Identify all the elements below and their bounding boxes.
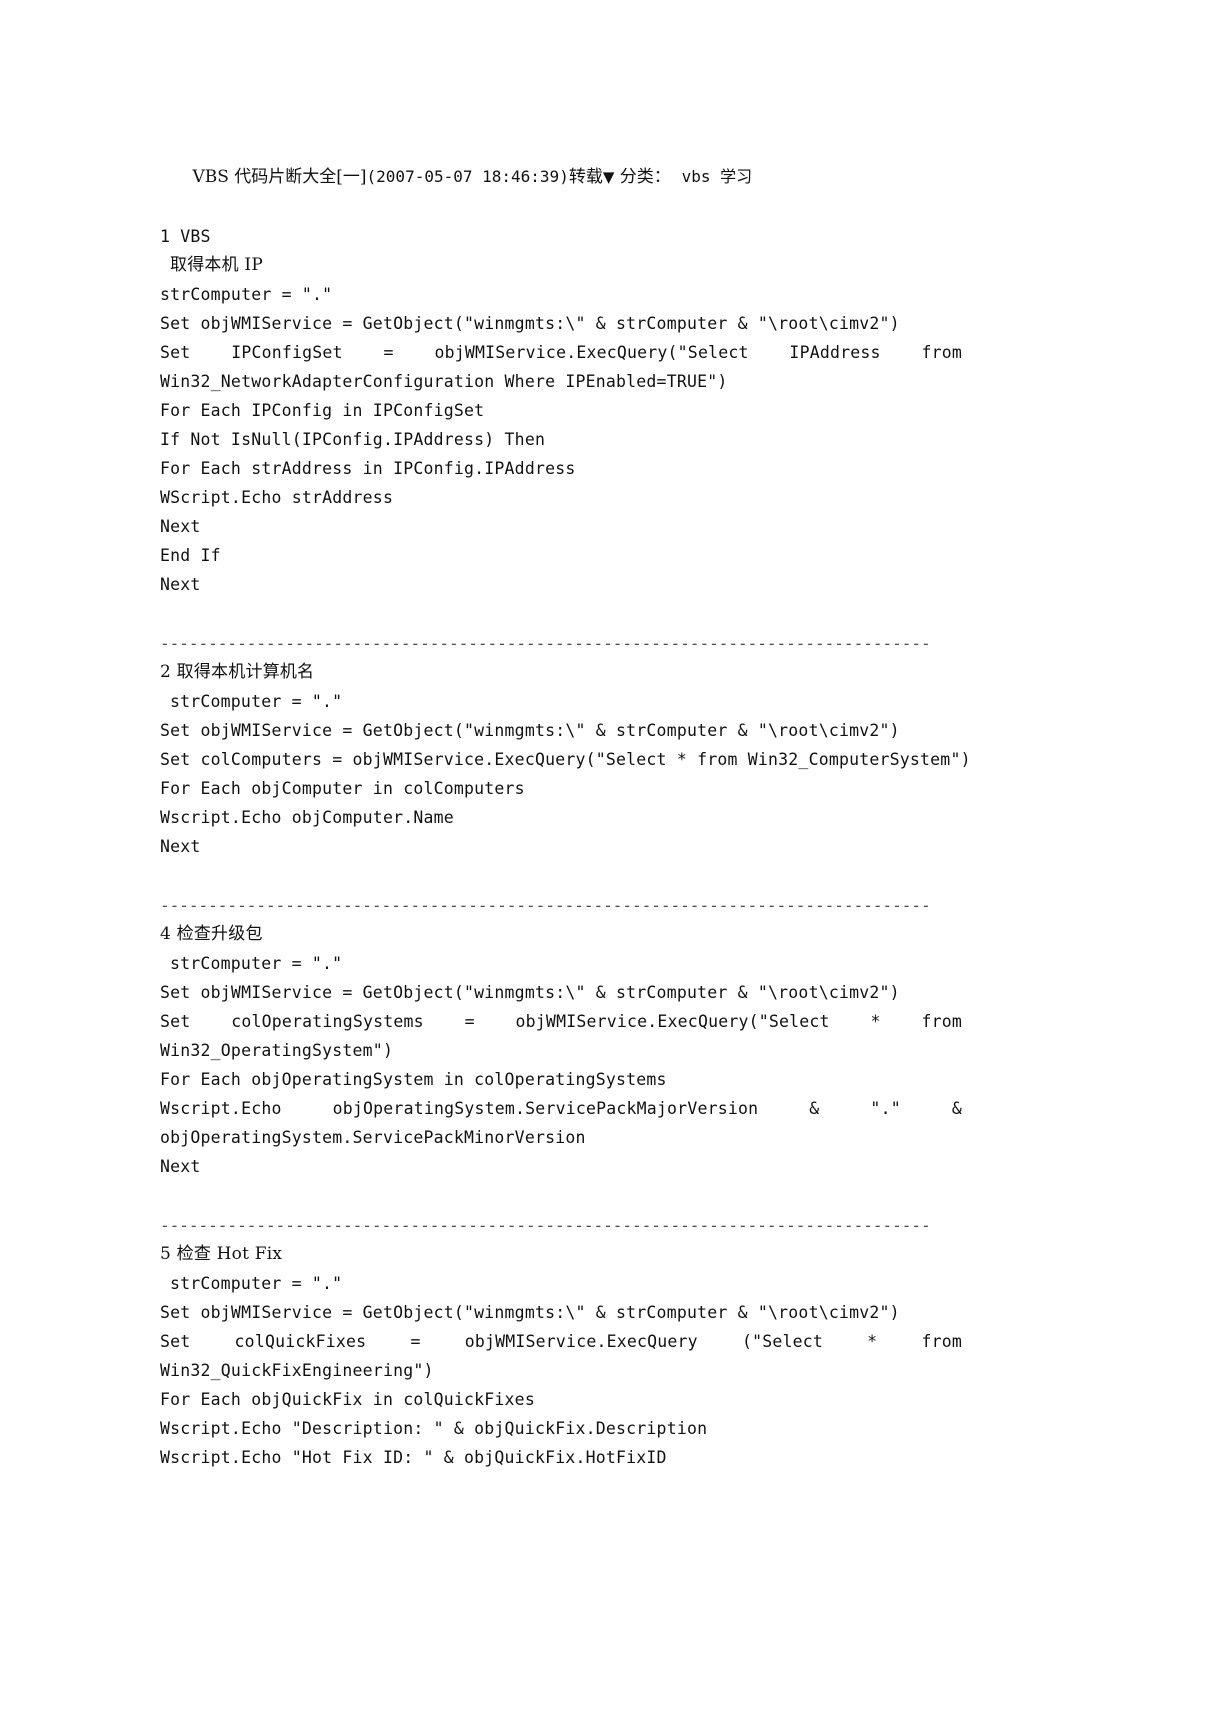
post-title: VBS 代码片断大全[一] (192, 167, 367, 187)
code-line: For Each objQuickFix in colQuickFixes (160, 1390, 535, 1409)
code-line: Next (160, 837, 201, 856)
code-line: Win32_QuickFixEngineering") (160, 1361, 434, 1380)
code-line: If Not IsNull(IPConfig.IPAddress) Then (160, 430, 546, 449)
code-line: Wscript.Echo objComputer.Name (160, 808, 454, 827)
code-line: Next (160, 517, 201, 536)
section-title-2: 取得本机计算机名 (176, 662, 315, 682)
code-line: For Each IPConfig in IPConfigSet (160, 401, 485, 420)
code-line: Set objWMIService = GetObject("winmgmts:… (160, 721, 900, 740)
code-line: Next (160, 575, 201, 594)
code-line: Set colOperatingSystems = objWMIService.… (160, 1012, 962, 1031)
code-line: strComputer = "." (170, 1274, 343, 1293)
section-number-5: 5 (160, 1244, 172, 1264)
code-line: Wscript.Echo "Hot Fix ID: " & objQuickFi… (160, 1448, 667, 1467)
section-number-2: 2 (160, 662, 172, 682)
code-line: For Each strAddress in IPConfig.IPAddres… (160, 459, 576, 478)
code-line: objOperatingSystem.ServicePackMinorVersi… (160, 1128, 586, 1147)
category-value[interactable]: vbs 学习 (682, 167, 753, 186)
code-line: strComputer = "." (160, 285, 333, 304)
code-line: strComputer = "." (170, 954, 343, 973)
section-subtitle-1: 取得本机 IP (170, 255, 263, 275)
code-line: Set colQuickFixes = objWMIService.ExecQu… (160, 1332, 962, 1351)
section-number-4: 4 (160, 924, 172, 944)
section-divider: ----------------------------------------… (160, 1216, 931, 1235)
section-heading-4: 4 检查升级包 (160, 920, 962, 949)
code-line: Set colComputers = objWMIService.ExecQue… (160, 750, 971, 769)
spacer-text-2 (671, 167, 682, 187)
document-body: VBS 代码片断大全[一](2007-05-07 18:46:39)转载▼ 分类… (160, 132, 971, 1472)
code-line: Wscript.Echo "Description: " & objQuickF… (160, 1419, 708, 1438)
code-line: Win32_OperatingSystem") (160, 1041, 394, 1060)
section-divider: ----------------------------------------… (160, 896, 931, 915)
section-number-1: 1 (160, 227, 171, 246)
post-header-line: VBS 代码片断大全[一](2007-05-07 18:46:39)转载▼ 分类… (160, 132, 962, 222)
code-line: Set IPConfigSet = objWMIService.ExecQuer… (160, 343, 962, 362)
code-line: Set objWMIService = GetObject("winmgmts:… (160, 983, 900, 1002)
code-line: Set objWMIService = GetObject("winmgmts:… (160, 1303, 900, 1322)
section-heading-1: 1 VBS (160, 222, 962, 251)
section-heading-2: 2 取得本机计算机名 (160, 658, 962, 687)
section-heading-5: 5 检查 Hot Fix (160, 1240, 962, 1269)
section-title-5: 检查 Hot Fix (176, 1244, 283, 1264)
code-line: Win32_NetworkAdapterConfiguration Where … (160, 372, 728, 391)
code-line: End If (160, 546, 221, 565)
code-line: Next (160, 1157, 201, 1176)
code-line: Set objWMIService = GetObject("winmgmts:… (160, 314, 900, 333)
repost-label: 转载 (568, 167, 603, 187)
document-page: VBS 代码片断大全[一](2007-05-07 18:46:39)转载▼ 分类… (0, 0, 1214, 1719)
code-line: For Each objComputer in colComputers (160, 779, 525, 798)
section-title-4: 检查升级包 (176, 924, 263, 944)
code-line: WScript.Echo strAddress (160, 488, 394, 507)
code-line: For Each objOperatingSystem in colOperat… (160, 1070, 667, 1089)
section-title-1: VBS (180, 227, 211, 246)
code-line: strComputer = "." (170, 692, 343, 711)
chevron-down-icon[interactable]: ▼ (603, 168, 615, 186)
code-line: Wscript.Echo objOperatingSystem.ServiceP… (160, 1099, 962, 1118)
section-divider: ----------------------------------------… (160, 634, 931, 653)
post-timestamp: (2007-05-07 18:46:39) (366, 167, 569, 186)
category-label: 分类： (619, 167, 671, 187)
